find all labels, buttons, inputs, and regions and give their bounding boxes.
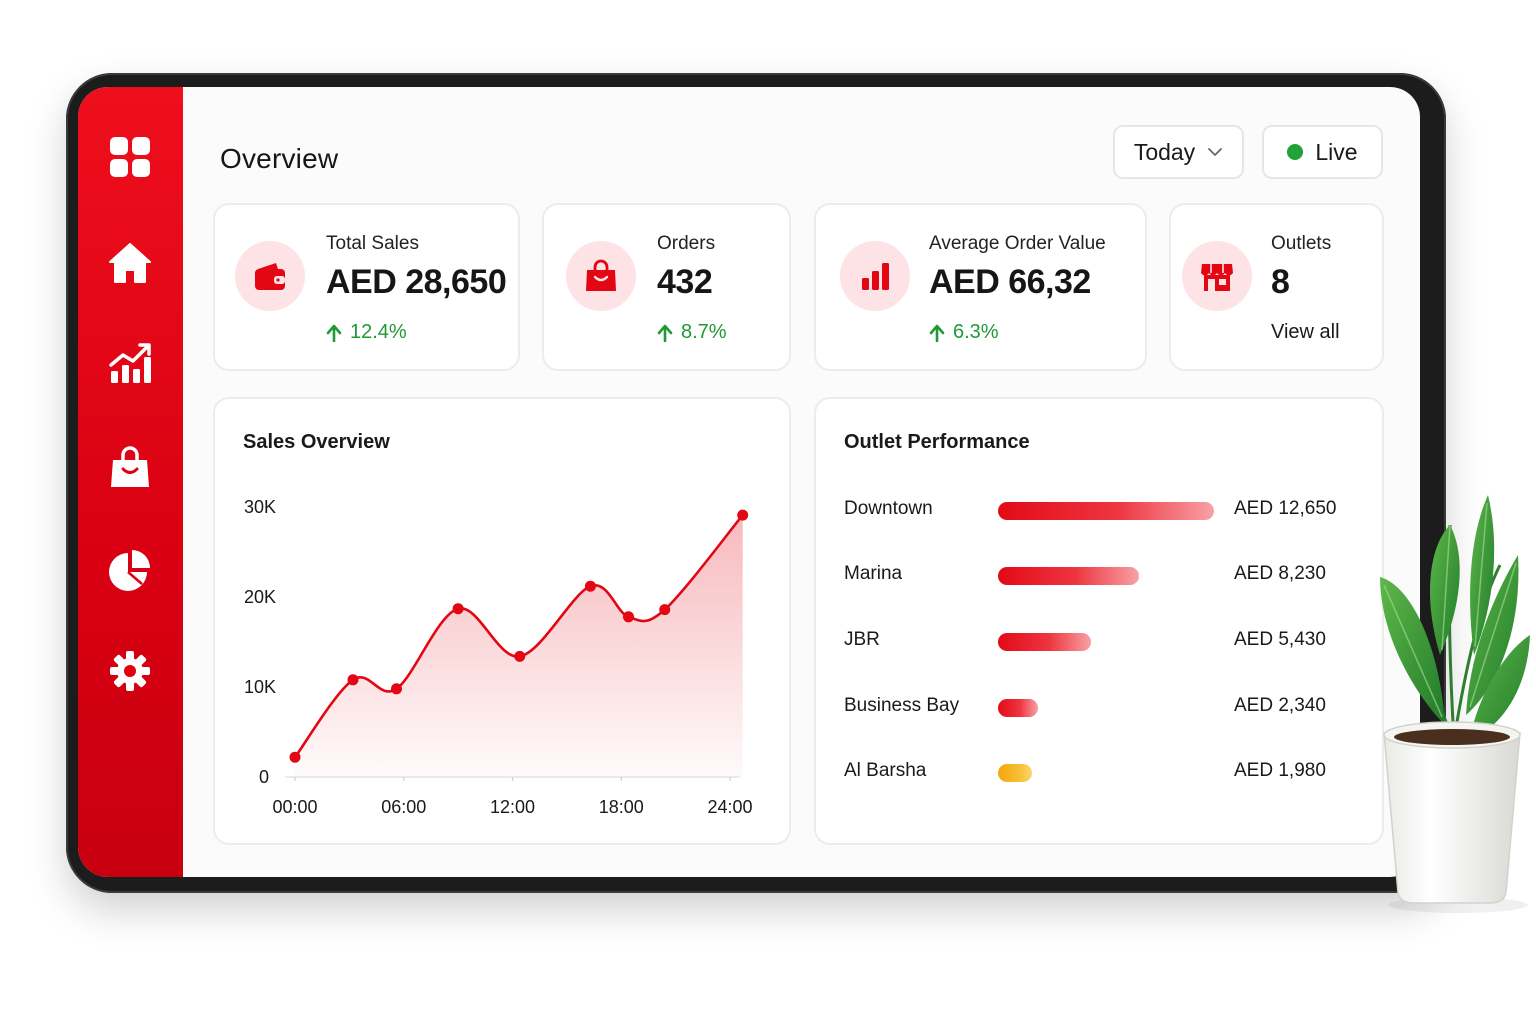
live-status-dot <box>1287 144 1304 160</box>
y-tick-label: 30K <box>244 497 276 517</box>
outlet-value: AED 5,430 <box>1234 629 1326 650</box>
outlet-bar-track <box>998 567 1214 585</box>
panel-title: Outlet Performance <box>844 431 1030 453</box>
y-tick-label: 0 <box>259 767 269 787</box>
data-point[interactable] <box>659 604 671 616</box>
stat-value: AED 66,32 <box>929 263 1091 301</box>
arrow-up-icon <box>657 324 673 342</box>
outlet-row[interactable]: Business Bay AED 2,340 <box>816 691 1382 721</box>
stat-value: 8 <box>1271 263 1290 301</box>
data-point[interactable] <box>514 650 526 662</box>
wallet-icon <box>235 241 305 311</box>
live-toggle-button[interactable]: Live <box>1262 125 1383 179</box>
outlet-value: AED 2,340 <box>1234 695 1326 716</box>
live-label: Live <box>1315 138 1358 165</box>
date-range-label: Today <box>1133 138 1196 165</box>
stat-label: Average Order Value <box>929 233 1106 254</box>
outlet-name: Downtown <box>844 498 933 519</box>
data-point[interactable] <box>452 603 464 615</box>
shopping-bag-icon[interactable] <box>104 441 156 493</box>
outlet-row[interactable]: Marina AED 8,230 <box>816 559 1382 589</box>
outlet-value: AED 1,980 <box>1234 760 1326 781</box>
y-tick-label: 20K <box>244 587 276 607</box>
outlet-performance-panel: Outlet Performance Downtown AED 12,650 Mar… <box>814 397 1384 845</box>
potted-plant-illustration <box>1380 495 1530 913</box>
outlet-name: Business Bay <box>844 695 960 716</box>
page-title: Overview <box>220 143 339 174</box>
pie-chart-icon[interactable] <box>104 544 156 596</box>
stat-value: 432 <box>657 263 713 301</box>
outlet-name: Marina <box>844 563 903 584</box>
stat-delta: 6.3% <box>929 321 999 344</box>
stat-delta-value: 8.7% <box>681 321 727 343</box>
outlet-bar <box>998 633 1091 651</box>
home-icon[interactable] <box>104 237 156 289</box>
outlet-bar-track <box>998 699 1214 717</box>
settings-gear-icon[interactable] <box>104 645 156 697</box>
x-tick-label: 24:00 <box>707 797 752 817</box>
dashboard-screen: Overview Today Live Total Sales AED 28,6… <box>78 87 1420 877</box>
outlet-bar <box>998 764 1032 782</box>
data-point[interactable] <box>347 674 359 686</box>
stat-card-average-order-value: Average Order Value AED 66,32 6.3% <box>814 203 1147 371</box>
data-point[interactable] <box>289 751 301 763</box>
stat-value: AED 28,650 <box>326 263 507 301</box>
date-range-dropdown[interactable]: Today <box>1113 125 1244 179</box>
outlet-bar <box>998 502 1214 520</box>
outlet-row[interactable]: JBR AED 5,430 <box>816 625 1382 655</box>
x-tick-label: 12:00 <box>490 797 535 817</box>
stat-label: Orders <box>657 233 716 254</box>
view-all-outlets-link[interactable]: View all <box>1271 321 1340 344</box>
dashboard-grid-icon[interactable] <box>104 131 156 183</box>
stat-delta-value: 12.4% <box>350 321 407 343</box>
x-tick-label: 18:00 <box>599 797 644 817</box>
sales-line-chart: 0 10K 20K 30K 00:00 06:00 12:00 18:00 24:00 <box>244 497 753 817</box>
data-point[interactable] <box>737 509 749 521</box>
arrow-up-icon <box>326 324 342 342</box>
stat-card-outlets: Outlets 8 View all <box>1169 203 1384 371</box>
arrow-up-icon <box>929 324 945 342</box>
outlet-name: JBR <box>844 629 880 650</box>
sidebar <box>78 87 183 877</box>
y-tick-label: 10K <box>244 677 276 697</box>
stat-label: Outlets <box>1271 233 1332 254</box>
stat-delta-value: 6.3% <box>953 321 999 343</box>
storefront-icon <box>1182 241 1252 311</box>
outlet-bar-track <box>998 764 1214 782</box>
data-point[interactable] <box>391 683 402 695</box>
outlet-bar-track <box>998 633 1214 651</box>
analytics-icon[interactable] <box>104 337 156 389</box>
x-tick-label: 00:00 <box>272 797 317 817</box>
sales-overview-panel: Sales Overview 0 10K 20K 30K 00:00 06:00 12:00… <box>213 397 791 845</box>
data-point[interactable] <box>623 611 634 623</box>
outlet-row[interactable]: Downtown AED 12,650 <box>816 494 1382 524</box>
stat-delta: 12.4% <box>326 321 407 344</box>
stat-delta: 8.7% <box>657 321 727 344</box>
outlet-value: AED 8,230 <box>1234 563 1326 584</box>
outlet-name: Al Barsha <box>844 760 927 781</box>
outlet-bar <box>998 699 1038 717</box>
outlet-value: AED 12,650 <box>1234 498 1337 519</box>
chevron-down-icon <box>1208 148 1223 156</box>
stat-label: Total Sales <box>326 233 419 254</box>
outlet-row[interactable]: Al Barsha AED 1,980 <box>816 756 1382 786</box>
bar-chart-icon <box>840 241 910 311</box>
outlet-bar-track <box>998 502 1214 520</box>
chart-area-fill <box>295 515 743 777</box>
shopping-bag-icon <box>566 241 636 311</box>
outlet-bar <box>998 567 1139 585</box>
data-point[interactable] <box>584 580 596 592</box>
x-tick-label: 06:00 <box>381 797 426 817</box>
stat-card-orders: Orders 432 8.7% <box>542 203 791 371</box>
stat-card-total-sales: Total Sales AED 28,650 12.4% <box>213 203 520 371</box>
